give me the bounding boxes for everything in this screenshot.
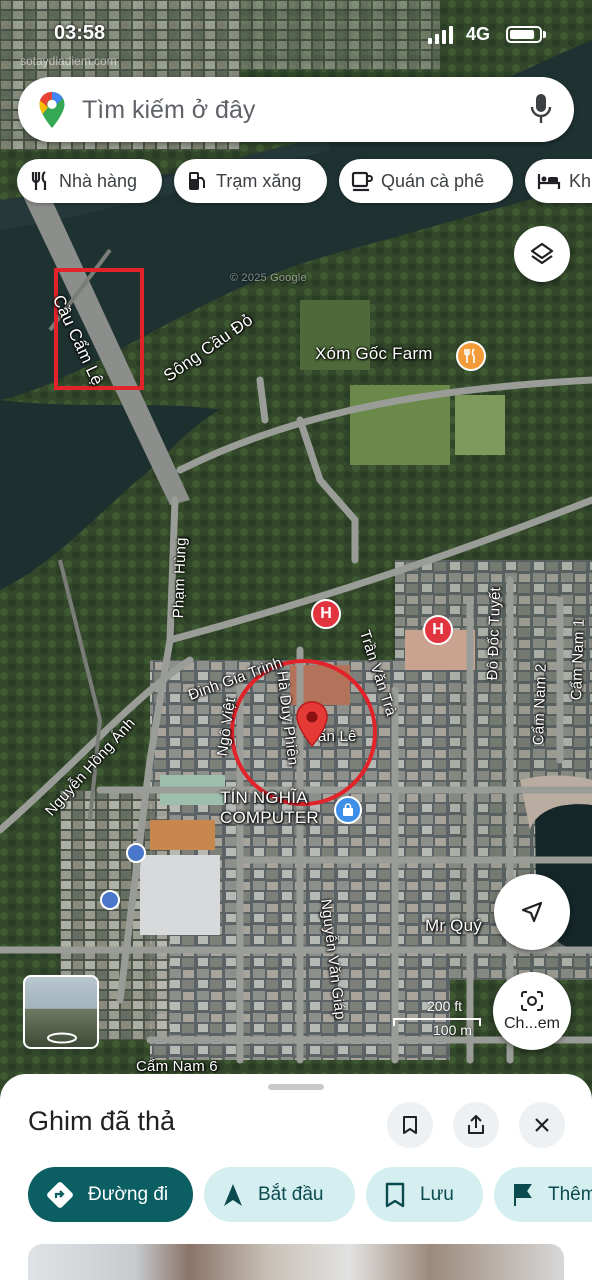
layers-button[interactable] (514, 226, 570, 282)
close-icon (535, 1118, 549, 1132)
bookmark-icon (403, 1116, 417, 1134)
camera-button-label: Ch...em (503, 1015, 560, 1032)
layers-icon (530, 242, 554, 265)
map-label-mr-quy: Mr Quý (425, 916, 482, 935)
search-placeholder: Tìm kiếm ở đây (82, 96, 256, 124)
drag-handle[interactable] (268, 1084, 324, 1090)
scale-meters: 100 m (433, 1022, 472, 1038)
fork-knife-icon (31, 171, 47, 190)
directions-icon (47, 1181, 73, 1208)
coffee-cup-icon (351, 171, 373, 192)
scale-feet: 200 ft (427, 998, 463, 1014)
map-label-cam-nam-1: Cẩm Nam 1 (568, 618, 588, 701)
bookmark-icon (385, 1182, 405, 1207)
street-view-thumbnail[interactable] (23, 975, 99, 1049)
restaurant-poi-icon[interactable] (456, 341, 486, 371)
directions-button[interactable]: Đường đi (28, 1167, 193, 1222)
signal-bar-icon (442, 30, 446, 44)
add-label-button[interactable]: Thêm (494, 1167, 592, 1222)
chip-label: Nhà hàng (59, 170, 138, 191)
camera-lens-icon (521, 991, 543, 1011)
navigation-arrow-icon (224, 1183, 242, 1206)
battery-tip (543, 31, 546, 38)
map-label-cam-nam-6: Cẩm Nam 6 (136, 1058, 218, 1075)
rotate-360-icon (47, 1032, 77, 1044)
map-label-pham-hung: Phạm Hùng (170, 537, 190, 619)
hospital-poi-icon[interactable]: H (311, 599, 341, 629)
share-button[interactable] (453, 1102, 499, 1148)
chip-hotels[interactable]: Kh (525, 159, 592, 203)
chip-restaurants[interactable]: Nhà hàng (17, 159, 162, 203)
microphone-icon[interactable] (530, 93, 552, 125)
place-bottom-sheet[interactable]: Ghim đã thả Đường đi Bắt đầu Lưu Thêm (0, 1074, 592, 1280)
bed-icon (537, 174, 561, 189)
add-label-label: Thêm (548, 1183, 592, 1205)
chip-label: Quán cà phê (381, 170, 485, 191)
search-bar[interactable]: Tìm kiếm ở đây (18, 77, 574, 142)
flag-icon (514, 1183, 532, 1206)
shopping-poi-icon[interactable] (334, 796, 362, 824)
maps-logo-icon (39, 92, 65, 128)
save-bookmark-button[interactable] (387, 1102, 433, 1148)
bus-stop-icon[interactable] (100, 890, 120, 910)
directions-label: Đường đi (88, 1183, 169, 1205)
place-photo-strip[interactable] (28, 1244, 564, 1280)
chip-gas-stations[interactable]: Trạm xăng (174, 159, 327, 203)
chip-label: Kh (569, 170, 592, 191)
signal-bar-icon (449, 26, 453, 44)
network-type: 4G (466, 24, 491, 44)
camera-search-button[interactable]: Ch...em (493, 972, 571, 1050)
gas-pump-icon (189, 172, 205, 190)
bus-stop-icon[interactable] (126, 843, 146, 863)
sheet-title: Ghim đã thả (28, 1106, 176, 1136)
signal-bar-icon (428, 38, 432, 44)
map-label-farm: Xóm Gốc Farm (315, 344, 433, 363)
my-location-button[interactable] (494, 874, 570, 950)
start-label: Bắt đầu (258, 1183, 324, 1205)
dropped-pin-icon[interactable] (294, 700, 330, 748)
map-label-shop: TÍN NGHĨA COMPUTER (220, 788, 319, 827)
watermark: sotaydiadiem.com (20, 54, 117, 68)
chip-label: Trạm xăng (216, 170, 302, 191)
status-bar: 03:58 sotaydiadiem.com 4G (0, 0, 592, 68)
app-root: Cầu Cẩm Lệ Sông Cầu Đỏ Xóm Gốc Farm Phạm… (0, 0, 592, 1280)
map-copyright: © 2025 Google (230, 272, 307, 284)
signal-bar-icon (435, 34, 439, 44)
close-button[interactable] (519, 1102, 565, 1148)
status-time: 03:58 (54, 22, 106, 44)
battery-icon (506, 26, 542, 43)
start-button[interactable]: Bắt đầu (204, 1167, 355, 1222)
map-label-cam-nam-2: Cẩm Nam 2 (530, 663, 550, 746)
save-button[interactable]: Lưu (366, 1167, 483, 1222)
hospital-poi-icon[interactable]: H (423, 615, 453, 645)
map-label-do-doc-tuyet: Đô Đốc Tuyết (484, 586, 505, 681)
save-label: Lưu (420, 1183, 454, 1205)
navigation-arrow-icon (521, 901, 543, 923)
share-icon (468, 1115, 484, 1134)
chip-coffee[interactable]: Quán cà phê (339, 159, 513, 203)
